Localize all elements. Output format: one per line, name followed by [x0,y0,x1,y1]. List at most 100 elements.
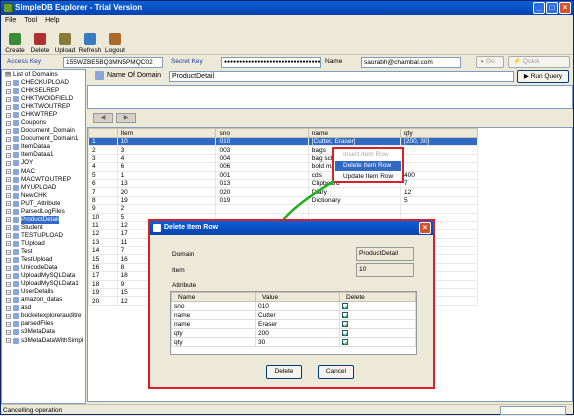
secret-key-field[interactable]: ●●●●●●●●●●●●●●●●●●●●●●●●●●●●●●●●●●●●●●●● [221,57,321,68]
close-button[interactable]: × [559,2,571,14]
menu-help[interactable]: Help [45,15,59,26]
tree-root[interactable]: ▤ List of Domains [2,70,85,79]
next-page-button[interactable]: ▶ [116,113,136,123]
tree-item[interactable]: + JOY [2,159,85,167]
tree-item[interactable]: + bucketexplorerauditre [2,312,85,320]
tree-item[interactable]: + MYUPLOAD [2,184,85,192]
expand-icon[interactable]: + [6,160,11,166]
table-row[interactable]: 6 13 013 Clipboard 7 [88,178,478,189]
expand-icon[interactable]: + [6,201,11,207]
tree-item[interactable]: + asd [2,304,85,312]
table-row[interactable]: 4 6 006 bold marker [88,162,478,172]
expand-icon[interactable]: + [6,241,11,247]
tree-item[interactable]: + ItemDataa1 [2,151,85,159]
table-row[interactable]: 7 20 020 Diary 12 [88,187,478,197]
tree-item[interactable]: + ParsedLogFiles [2,208,85,216]
expand-icon[interactable]: + [6,169,11,175]
dialog-cancel-button[interactable]: Cancel [318,365,354,379]
expand-icon[interactable]: + [6,281,11,287]
dialog-close-button[interactable]: × [419,222,431,234]
tree-item[interactable]: + ProductDetail [2,215,85,224]
delete-button[interactable]: Delete [28,26,52,55]
refresh-button[interactable]: Refresh [78,26,102,55]
grid-header-name[interactable]: name [307,128,402,138]
tree-item[interactable]: + MAC [2,168,85,176]
tree-item[interactable]: + s3MetaData [2,328,85,336]
tree-item[interactable]: + CHKSELREP [2,87,85,95]
expand-icon[interactable]: + [6,96,11,102]
delete-checkbox[interactable] [342,321,348,327]
expand-icon[interactable]: + [6,152,11,158]
query-area[interactable] [87,85,573,109]
previous-page-button[interactable]: ◀ [93,113,113,123]
tree-item[interactable]: + TESTUPLOAD [2,232,85,240]
tree-item[interactable]: + Student [2,224,85,232]
upload-button[interactable]: Upload [53,26,77,55]
table-row[interactable]: 92 [88,204,478,214]
expand-icon[interactable]: + [6,297,11,303]
table-row[interactable]: 3 4 004 bag school [88,153,478,164]
grid-header-item[interactable]: Item [116,128,217,138]
table-row[interactable]: 8 19 019 Dictionary 5 [88,195,478,206]
quick-connect-button[interactable]: ⚡ Quick Connect [508,56,570,75]
maximize-button[interactable]: □ [546,2,558,14]
tree-item[interactable]: + CHKWTREP [2,111,85,119]
expand-icon[interactable]: + [6,104,11,110]
delete-checkbox[interactable] [342,339,348,345]
expand-icon[interactable]: + [6,88,11,94]
context-menu-item[interactable]: Insert Item Row [335,150,401,160]
expand-icon[interactable]: + [6,338,11,344]
tree-item[interactable]: + NewCHK [2,192,85,200]
tree-item[interactable]: + Document_Domain1 [2,135,85,143]
tree-item[interactable]: + Coupons [2,119,85,127]
expand-icon[interactable]: + [6,144,11,150]
expand-icon[interactable]: + [6,225,11,231]
tree-item[interactable]: + CHKTWOUTREP [2,103,85,111]
access-key-field[interactable]: 155WZBE5BQ3MN5PMQC02 [63,57,163,68]
expand-icon[interactable]: + [6,257,11,263]
create-button[interactable]: Create [3,26,27,55]
tree-item[interactable]: + TestUpload [2,256,85,264]
menu-tool[interactable]: Tool [24,15,37,26]
expand-icon[interactable]: + [6,249,11,255]
run-query-button[interactable]: ▶ Run Query [517,70,569,83]
table-row[interactable]: 5 1 001 cds 400 [88,170,478,180]
logout-button[interactable]: Logout [103,26,127,55]
expand-icon[interactable]: + [6,177,11,183]
tree-item[interactable]: + s3MetaDataWithSimpl [2,337,85,345]
tree-item[interactable]: + UploadMySQLData1 [2,280,85,288]
expand-icon[interactable]: + [6,329,11,335]
tree-item[interactable]: + ItemDataa [2,143,85,151]
go-button[interactable]: ▸ Go [476,56,504,68]
tree-item[interactable]: + MACWTOUTREP [2,176,85,184]
name-field[interactable]: saurabh@chambal.com [361,57,461,68]
expand-icon[interactable]: + [6,209,11,215]
context-menu-item[interactable]: Delete Item Row [335,161,401,171]
attr-header-value[interactable]: Value [255,292,340,302]
tree-item[interactable]: + CHKTWOIDFIELD [2,95,85,103]
attr-header-name[interactable]: Name [171,292,256,302]
grid-header-sno[interactable]: sno [215,128,309,138]
tree-item[interactable]: + UnicodeData [2,264,85,272]
tree-item[interactable]: + PUT_Attribute [2,200,85,208]
tree-item[interactable]: + amazon_datas [2,296,85,304]
tree-item[interactable]: + UserDetails [2,288,85,296]
expand-icon[interactable]: + [6,321,11,327]
tree-item[interactable]: + TUpload [2,240,85,248]
context-menu-item[interactable]: Update Item Row [335,172,401,182]
table-row[interactable]: 2 3 003 bags [88,145,478,155]
table-row[interactable]: 1 10 010 [Cutter, Eraser] [200, 30] [88,136,478,147]
expand-icon[interactable]: + [6,128,11,134]
tree-item[interactable]: + CHECKUPLOAD [2,79,85,87]
tree-item[interactable]: + Document_Domain [2,127,85,135]
tree-item[interactable]: + UploadMySQLData [2,272,85,280]
expand-icon[interactable]: + [6,273,11,279]
domain-name-field[interactable]: ProductDetail [169,71,514,82]
dialog-delete-button[interactable]: Delete [266,365,302,379]
delete-checkbox[interactable] [342,303,348,309]
tree-item[interactable]: + parsedFiles [2,320,85,328]
expand-icon[interactable]: + [6,136,11,142]
expand-icon[interactable]: + [6,265,11,271]
expand-icon[interactable]: + [6,217,11,223]
expand-icon[interactable]: + [6,120,11,126]
